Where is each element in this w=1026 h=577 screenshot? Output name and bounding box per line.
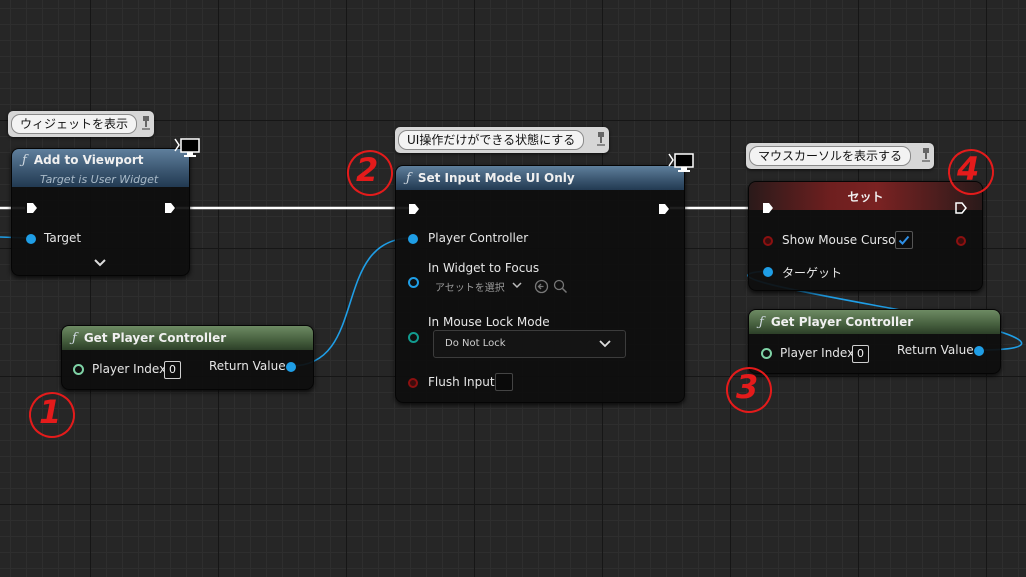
comment-pin-icon [142, 116, 150, 130]
player-index-label: Player Index [780, 346, 855, 360]
node-title: セット [847, 189, 884, 204]
exec-out-pin[interactable] [955, 202, 967, 214]
show-mouse-cursor-checkbox[interactable] [895, 231, 913, 249]
target-pin[interactable] [763, 267, 773, 277]
target-pin[interactable] [26, 234, 36, 244]
flush-input-pin[interactable] [408, 378, 418, 388]
annotation-number-1: 1 [39, 393, 62, 431]
show-mouse-cursor-label: Show Mouse Cursor [782, 233, 901, 247]
checkmark-icon [898, 235, 910, 245]
node-header[interactable]: ƒ Set Input Mode UI Only [396, 166, 684, 190]
return-value-pin[interactable] [974, 346, 984, 356]
player-index-pin[interactable] [761, 348, 772, 359]
player-index-input[interactable]: 0 [164, 361, 181, 379]
exec-in-pin[interactable] [762, 202, 774, 214]
mouse-lock-mode-value: Do Not Lock [445, 338, 506, 349]
monitor-icon [174, 138, 200, 157]
browse-arrow-icon[interactable] [534, 279, 549, 294]
comment-set-input-mode[interactable]: UI操作だけができる状態にする [395, 127, 609, 153]
target-label: ターゲット [782, 266, 843, 280]
return-value-label: Return Value [897, 343, 974, 357]
comment-set-cursor[interactable]: マウスカーソルを表示する [746, 143, 934, 169]
node-title: Get Player Controller [770, 315, 914, 329]
annotation-number-3: 3 [736, 368, 759, 406]
monitor-icon [668, 153, 694, 172]
target-label: Target [44, 231, 82, 245]
asset-select-label: アセットを選択 [435, 283, 505, 294]
mouse-lock-mode-dropdown[interactable]: Do Not Lock [433, 330, 626, 358]
node-header[interactable]: ƒ Get Player Controller [62, 326, 313, 350]
node-get-player-controller-1[interactable]: ƒ Get Player Controller Player Index 0 R… [61, 325, 314, 390]
annotation-number-4: 4 [957, 150, 980, 188]
function-f-icon: ƒ [22, 153, 27, 168]
asset-select-dropdown[interactable]: アセットを選択 [433, 276, 525, 296]
show-mouse-cursor-out-pin[interactable] [956, 236, 966, 246]
function-f-icon: ƒ [406, 170, 411, 186]
node-subtitle: Target is User Widget [40, 173, 159, 186]
return-value-label: Return Value [209, 359, 286, 373]
comment-text: マウスカーソルを表示する [749, 146, 912, 166]
in-mouse-lock-mode-label: In Mouse Lock Mode [428, 315, 550, 329]
return-value-pin[interactable] [286, 362, 296, 372]
comment-pin-icon [922, 148, 930, 162]
player-index-label: Player Index [92, 362, 167, 376]
flush-input-checkbox[interactable] [495, 373, 513, 391]
player-index-pin[interactable] [73, 364, 84, 375]
in-widget-to-focus-label: In Widget to Focus [428, 261, 540, 275]
comment-text: ウィジェットを表示 [11, 114, 138, 134]
player-controller-label: Player Controller [428, 231, 529, 245]
function-f-icon: ƒ [72, 330, 77, 346]
comment-pin-icon [597, 132, 605, 146]
in-widget-to-focus-pin[interactable] [408, 277, 419, 288]
flush-input-label: Flush Input [428, 375, 495, 389]
exec-in-pin[interactable] [408, 203, 420, 215]
show-mouse-cursor-in-pin[interactable] [763, 236, 773, 246]
function-f-icon: ƒ [759, 314, 764, 330]
node-set-variable[interactable]: セット Show Mouse Cursor ターゲット [748, 181, 983, 291]
chevron-down-icon [599, 340, 611, 348]
annotation-number-2: 2 [356, 151, 379, 189]
chevron-down-icon [512, 282, 522, 289]
node-header[interactable]: セット [749, 182, 982, 210]
node-set-input-mode-ui-only[interactable]: ƒ Set Input Mode UI Only Player Controll… [395, 165, 685, 403]
node-add-to-viewport[interactable]: ƒ Add to Viewport Target is User Widget … [11, 148, 190, 276]
exec-out-pin[interactable] [164, 202, 176, 214]
chevron-down-icon[interactable] [94, 259, 106, 267]
in-mouse-lock-mode-pin[interactable] [408, 332, 419, 343]
player-index-input[interactable]: 0 [852, 345, 869, 363]
exec-out-pin[interactable] [658, 203, 670, 215]
node-title: Get Player Controller [83, 331, 227, 345]
search-icon[interactable] [553, 279, 568, 294]
comment-add-to-viewport[interactable]: ウィジェットを表示 [8, 111, 154, 137]
node-title: Set Input Mode UI Only [417, 171, 575, 185]
exec-in-pin[interactable] [26, 202, 38, 214]
player-controller-pin[interactable] [408, 234, 418, 244]
node-get-player-controller-2[interactable]: ƒ Get Player Controller Player Index 0 R… [748, 309, 1001, 374]
comment-text: UI操作だけができる状態にする [398, 130, 585, 150]
node-title: Add to Viewport [33, 153, 144, 167]
node-header[interactable]: ƒ Get Player Controller [749, 310, 1000, 334]
